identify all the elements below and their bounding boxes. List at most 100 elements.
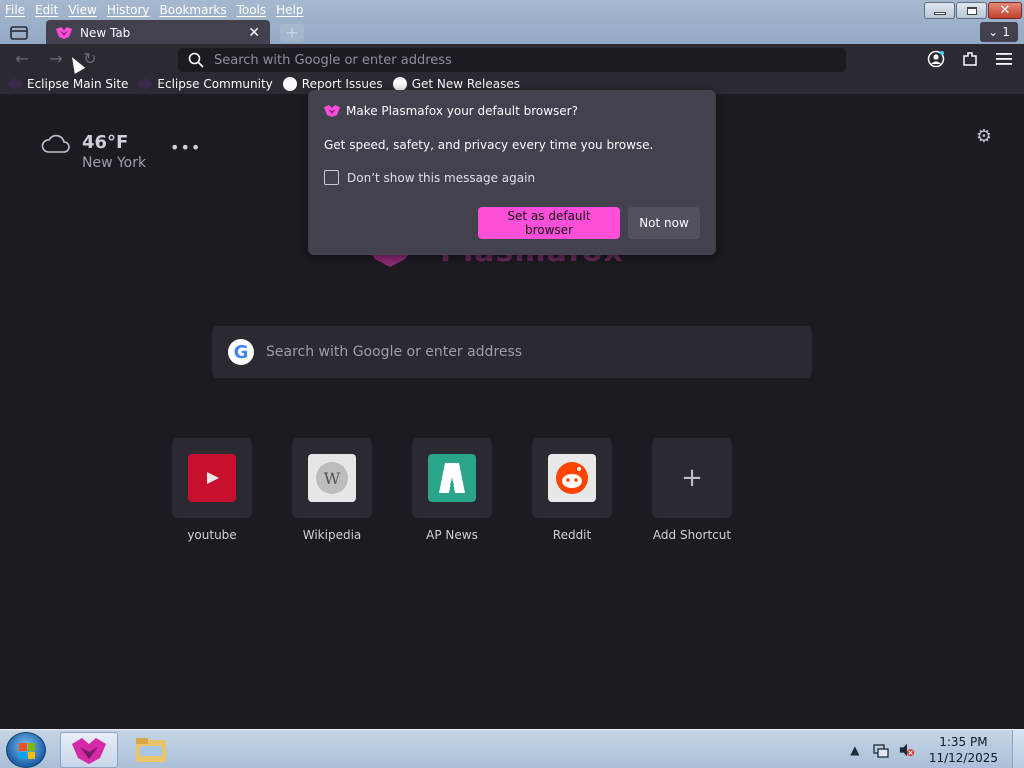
github-icon bbox=[282, 77, 297, 91]
search-box[interactable]: G bbox=[212, 326, 812, 378]
not-now-button[interactable]: Not now bbox=[628, 207, 700, 239]
tab-new-tab[interactable]: New Tab ✕ bbox=[46, 20, 270, 46]
reload-icon: ↻ bbox=[83, 49, 97, 68]
show-hidden-icons-icon[interactable]: ▲ bbox=[847, 742, 863, 758]
google-icon: G bbox=[228, 339, 254, 365]
forward-button[interactable]: → bbox=[46, 50, 66, 68]
dont-show-again-row[interactable]: Don’t show this message again bbox=[324, 170, 700, 185]
shortcut-ap-news[interactable]: AP News bbox=[412, 438, 492, 542]
eclipse-icon bbox=[138, 79, 153, 89]
shortcut-tile bbox=[172, 438, 252, 518]
shortcut-tile bbox=[412, 438, 492, 518]
svg-text:W: W bbox=[324, 469, 341, 488]
prompt-actions: Set as default browser Not now bbox=[478, 207, 700, 239]
forward-arrow-icon: → bbox=[49, 49, 63, 68]
menu-bookmarks[interactable]: Bookmarks bbox=[155, 1, 232, 19]
github-icon bbox=[392, 77, 407, 91]
shortcut-label: AP News bbox=[426, 528, 478, 542]
start-button[interactable] bbox=[6, 732, 46, 768]
prompt-header: Make Plasmafox your default browser? bbox=[324, 104, 700, 118]
back-button[interactable]: ← bbox=[12, 50, 32, 68]
shortcut-wikipedia[interactable]: W Wikipedia bbox=[292, 438, 372, 542]
window-controls: ✕ bbox=[924, 2, 1022, 19]
tab-title: New Tab bbox=[80, 26, 131, 40]
hamburger-menu-icon[interactable] bbox=[994, 50, 1014, 68]
gear-icon[interactable]: ⚙ bbox=[976, 126, 992, 147]
plasmafox-logo-icon bbox=[72, 738, 106, 764]
shortcut-tile bbox=[532, 438, 612, 518]
top-sites: youtube W Wikipedia AP News Reddit + Add… bbox=[172, 438, 732, 542]
eclipse-icon bbox=[8, 79, 22, 89]
title-bar: File Edit View History Bookmarks Tools H… bbox=[0, 0, 1024, 46]
search-input[interactable] bbox=[266, 344, 786, 360]
show-desktop-button[interactable] bbox=[1012, 730, 1024, 768]
tab-overview-icon[interactable] bbox=[8, 24, 30, 42]
shortcut-tile: W bbox=[292, 438, 372, 518]
volume-muted-icon[interactable] bbox=[899, 742, 915, 758]
bookmark-eclipse-main-site[interactable]: Eclipse Main Site bbox=[8, 77, 128, 91]
menu-edit[interactable]: Edit bbox=[30, 1, 63, 19]
minimize-button[interactable] bbox=[924, 2, 955, 19]
network-icon[interactable] bbox=[873, 742, 889, 758]
system-tray: ▲ 1:35 PM 11/12/2025 bbox=[847, 734, 998, 766]
new-tab-button[interactable]: + bbox=[280, 24, 304, 42]
close-tab-icon[interactable]: ✕ bbox=[248, 25, 260, 41]
weather-more-options-icon[interactable]: ••• bbox=[170, 138, 201, 157]
shortcut-label: Add Shortcut bbox=[652, 528, 732, 542]
shortcut-label: youtube bbox=[187, 528, 237, 542]
weather-temperature: 46°F bbox=[82, 132, 129, 153]
clock-date: 11/12/2025 bbox=[928, 751, 998, 765]
bookmark-report-issues[interactable]: Report Issues bbox=[282, 77, 383, 91]
close-window-button[interactable]: ✕ bbox=[988, 2, 1022, 19]
shortcut-label: Wikipedia bbox=[302, 528, 362, 542]
search-icon bbox=[188, 52, 204, 68]
bookmark-get-new-releases[interactable]: Get New Releases bbox=[392, 77, 520, 91]
clock[interactable]: 1:35 PM 11/12/2025 bbox=[929, 734, 998, 766]
bookmark-eclipse-community[interactable]: Eclipse Community bbox=[138, 77, 273, 91]
prompt-title: Make Plasmafox your default browser? bbox=[346, 104, 578, 118]
menu-tools[interactable]: Tools bbox=[232, 1, 272, 19]
bookmark-label: Eclipse Community bbox=[157, 77, 273, 91]
folder-icon bbox=[136, 738, 166, 762]
address-input[interactable] bbox=[214, 52, 774, 68]
taskbar: ▲ 1:35 PM 11/12/2025 bbox=[0, 729, 1024, 768]
youtube-icon bbox=[188, 454, 236, 502]
shortcut-reddit[interactable]: Reddit bbox=[532, 438, 612, 542]
shortcut-label: Reddit bbox=[552, 528, 592, 542]
shortcut-add[interactable]: + Add Shortcut bbox=[652, 438, 732, 542]
close-icon: ✕ bbox=[999, 3, 1011, 18]
extensions-icon[interactable] bbox=[960, 50, 980, 68]
taskbar-file-explorer[interactable] bbox=[122, 732, 180, 768]
navigation-bar: ← → ↻ bbox=[0, 44, 1024, 74]
restore-button[interactable] bbox=[956, 2, 987, 19]
back-arrow-icon: ← bbox=[15, 49, 29, 68]
tab-count: 1 bbox=[1002, 25, 1010, 39]
prompt-message: Get speed, safety, and privacy every tim… bbox=[324, 138, 654, 152]
restore-icon bbox=[966, 6, 977, 15]
checkbox-label: Don’t show this message again bbox=[347, 170, 536, 185]
tab-count-button[interactable]: ⌄ 1 bbox=[980, 22, 1018, 42]
clock-time: 1:35 PM bbox=[939, 735, 988, 749]
taskbar-plasmafox[interactable] bbox=[60, 732, 118, 768]
wikipedia-icon: W bbox=[308, 454, 356, 502]
account-icon[interactable] bbox=[926, 50, 946, 68]
cloud-icon bbox=[41, 134, 70, 153]
minimize-icon bbox=[933, 11, 946, 15]
chevron-down-icon: ⌄ bbox=[988, 25, 999, 39]
weather-widget[interactable]: 46°F New York bbox=[40, 132, 146, 171]
shortcut-youtube[interactable]: youtube bbox=[172, 438, 252, 542]
dont-show-again-checkbox[interactable] bbox=[324, 170, 339, 185]
bookmark-label: Report Issues bbox=[301, 77, 383, 91]
reddit-icon bbox=[548, 454, 596, 502]
set-default-browser-button[interactable]: Set as default browser bbox=[478, 207, 620, 239]
menu-view[interactable]: View bbox=[63, 1, 101, 19]
plasmafox-logo-icon bbox=[56, 27, 72, 39]
address-bar[interactable] bbox=[178, 48, 846, 72]
ap-news-icon bbox=[428, 454, 476, 502]
menu-history[interactable]: History bbox=[102, 1, 155, 19]
menu-help[interactable]: Help bbox=[271, 1, 308, 19]
menu-file[interactable]: File bbox=[0, 1, 30, 19]
toolbar-actions bbox=[926, 50, 1014, 68]
bookmark-label: Eclipse Main Site bbox=[27, 77, 129, 91]
plus-icon: + bbox=[681, 463, 703, 493]
